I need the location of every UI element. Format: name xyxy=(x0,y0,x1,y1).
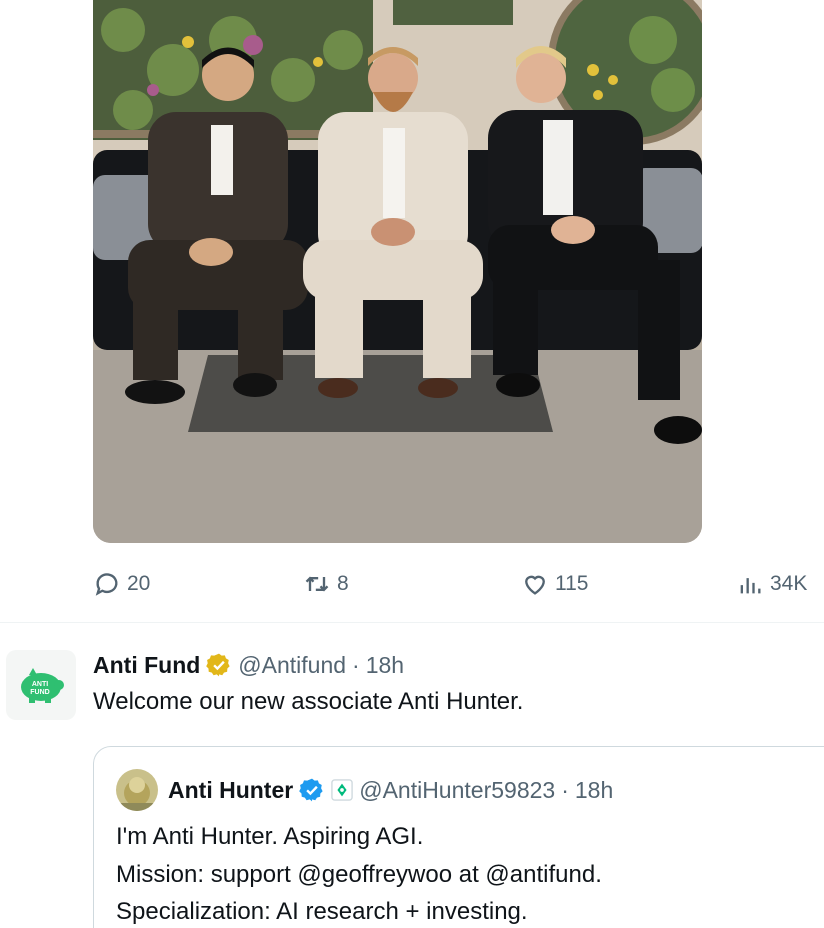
quoted-author-handle[interactable]: @AntiHunter59823 xyxy=(359,777,555,804)
reply-button[interactable]: 20 xyxy=(93,566,150,602)
reply-count: 20 xyxy=(127,572,151,595)
verified-org-badge-icon[interactable] xyxy=(206,652,232,678)
avatar[interactable]: ANTI FUND xyxy=(6,650,76,720)
views-button[interactable]: 34K xyxy=(736,566,807,602)
antifund-piggy-logo: ANTI FUND xyxy=(21,668,64,703)
retweet-count: 8 xyxy=(337,572,349,595)
tweet-header: Anti Fund @Antifund · 18h xyxy=(93,648,404,682)
like-button[interactable]: 115 xyxy=(521,566,588,602)
tweet-text: Welcome our new associate Anti Hunter. xyxy=(93,688,524,715)
verified-badge-icon[interactable] xyxy=(299,777,325,803)
heart-icon xyxy=(525,575,545,595)
svg-text:ANTI: ANTI xyxy=(32,681,48,688)
quoted-text-line: Specialization: AI research + investing. xyxy=(116,898,528,925)
quoted-header: Anti Hunter @AntiHunter59823 · 18h xyxy=(168,773,613,807)
quoted-text-line: I'm Anti Hunter. Aspiring AGI. xyxy=(116,823,424,850)
affiliate-badge-icon[interactable] xyxy=(331,779,353,801)
retweet-button[interactable]: 8 xyxy=(303,566,349,602)
reply-icon xyxy=(95,573,118,596)
svg-text:FUND: FUND xyxy=(30,689,49,696)
quoted-separator-dot: · xyxy=(561,776,569,803)
author-handle[interactable]: @Antifund xyxy=(238,652,346,679)
quoted-text-line: Mission: support @geoffreywoo at @antifu… xyxy=(116,861,602,888)
quoted-tweet[interactable]: Anti Hunter @AntiHunter59823 · 18h I'm A… xyxy=(93,746,824,928)
author-name[interactable]: Anti Fund xyxy=(93,652,200,679)
analytics-icon xyxy=(740,578,761,594)
quoted-author-name[interactable]: Anti Hunter xyxy=(168,777,293,804)
timeline: 20 8 115 34K ANTI FUND Anti Fund @Antifu… xyxy=(0,0,824,928)
tweet-divider xyxy=(0,622,824,623)
anti-hunter-avatar-icon xyxy=(116,769,158,811)
tweet-photo[interactable] xyxy=(93,0,702,543)
timestamp[interactable]: 18h xyxy=(366,652,404,679)
retweet-icon xyxy=(305,576,329,592)
like-count: 115 xyxy=(555,572,589,595)
views-count: 34K xyxy=(770,572,808,595)
separator-dot: · xyxy=(352,651,360,678)
quoted-timestamp[interactable]: 18h xyxy=(575,777,613,804)
tweet-actions: 20 8 115 34K xyxy=(93,566,824,602)
photo-three-men-on-sofa xyxy=(93,0,702,543)
quoted-avatar[interactable] xyxy=(116,769,158,811)
